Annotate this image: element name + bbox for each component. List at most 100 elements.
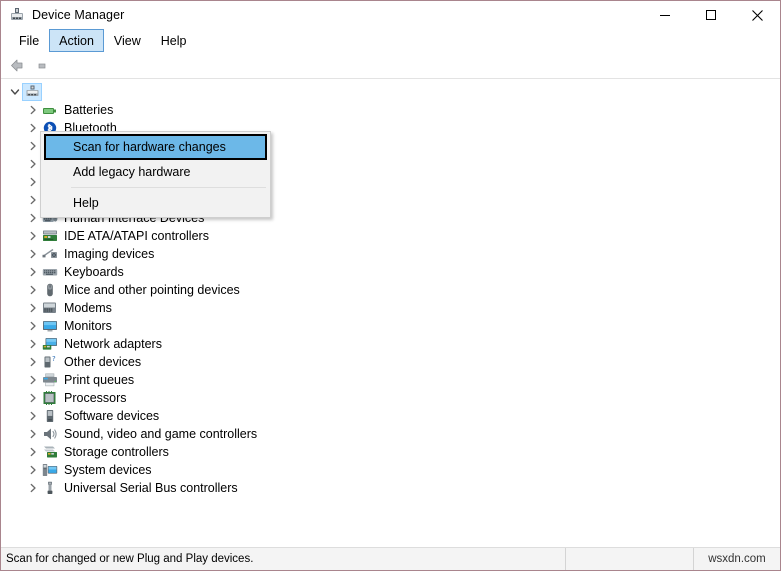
tree-item-batteries[interactable]: Batteries	[1, 101, 780, 119]
tree-item-label: Software devices	[64, 409, 160, 423]
chevron-right-icon[interactable]	[25, 480, 41, 496]
computer-root-icon	[22, 83, 42, 101]
speaker-icon	[41, 426, 59, 442]
chevron-right-icon[interactable]	[25, 336, 41, 352]
tree-item-other-devices[interactable]: ? Other devices	[1, 353, 780, 371]
forward-button[interactable]	[30, 54, 54, 76]
maximize-button[interactable]	[688, 1, 734, 29]
chevron-right-icon[interactable]	[25, 282, 41, 298]
tree-item-storage-controllers[interactable]: Storage controllers	[1, 443, 780, 461]
chevron-right-icon[interactable]	[25, 408, 41, 424]
chevron-right-icon[interactable]	[25, 444, 41, 460]
chevron-right-icon[interactable]	[25, 174, 41, 190]
tree-item-label: Processors	[64, 391, 127, 405]
chevron-right-icon[interactable]	[25, 390, 41, 406]
maximize-icon	[706, 10, 716, 20]
back-button[interactable]	[6, 54, 30, 76]
chevron-right-icon[interactable]	[25, 192, 41, 208]
tree-item-label: Network adapters	[64, 337, 162, 351]
tree-item-keyboards[interactable]: Keyboards	[1, 263, 780, 281]
tree-item-label: Other devices	[64, 355, 142, 369]
chevron-right-icon[interactable]	[25, 120, 41, 136]
mouse-icon	[41, 282, 59, 298]
network-adapter-icon	[41, 336, 59, 352]
system-device-icon	[41, 462, 59, 478]
tree-item-monitors[interactable]: Monitors	[1, 317, 780, 335]
tree-item-system-devices[interactable]: System devices	[1, 461, 780, 479]
menu-separator	[71, 187, 266, 188]
menu-file-label: File	[19, 33, 40, 48]
usb-icon	[41, 480, 59, 496]
chevron-right-icon[interactable]	[25, 210, 41, 226]
status-middle-cell	[566, 548, 694, 570]
menu-item-label: Scan for hardware changes	[73, 140, 226, 154]
close-icon	[751, 9, 763, 21]
tree-item-imaging-devices[interactable]: Imaging devices	[1, 245, 780, 263]
tree-item-label: Monitors	[64, 319, 112, 333]
action-dropdown-menu[interactable]: Scan for hardware changes Add legacy har…	[40, 131, 271, 218]
chevron-right-icon[interactable]	[25, 300, 41, 316]
chevron-right-icon[interactable]	[25, 138, 41, 154]
forward-arrow-icon	[38, 63, 45, 68]
monitor-icon	[41, 318, 59, 334]
tree-item-label: Batteries	[64, 103, 114, 117]
chevron-right-icon[interactable]	[25, 102, 41, 118]
window-title: Device Manager	[32, 8, 125, 22]
tree-item-software-devices[interactable]: Software devices	[1, 407, 780, 425]
processor-icon	[41, 390, 59, 406]
minimize-icon	[660, 15, 670, 16]
watermark-label: wsxdn.com	[708, 553, 766, 565]
svg-text:?: ?	[52, 355, 56, 363]
keyboard-icon	[41, 264, 59, 280]
tree-item-sound-video-game-controllers[interactable]: Sound, video and game controllers	[1, 425, 780, 443]
menu-bar: File Action View Help	[1, 29, 780, 52]
toolbar	[1, 52, 780, 79]
menu-view[interactable]: View	[104, 29, 151, 52]
modem-icon	[41, 300, 59, 316]
tree-item-label: Sound, video and game controllers	[64, 427, 258, 441]
battery-icon	[41, 102, 59, 118]
menu-file[interactable]: File	[9, 29, 49, 52]
menu-item-add-legacy-hardware[interactable]: Add legacy hardware	[43, 160, 268, 184]
tree-item-modems[interactable]: Modems	[1, 299, 780, 317]
chevron-right-icon[interactable]	[25, 246, 41, 262]
chevron-right-icon[interactable]	[25, 462, 41, 478]
tree-item-label: Keyboards	[64, 265, 124, 279]
tree-item-network-adapters[interactable]: Network adapters	[1, 335, 780, 353]
software-device-icon	[41, 408, 59, 424]
menu-item-help[interactable]: Help	[43, 191, 268, 215]
menu-item-scan-for-hardware-changes[interactable]: Scan for hardware changes	[44, 134, 267, 160]
menu-item-label: Add legacy hardware	[73, 165, 191, 179]
tree-item-label: Storage controllers	[64, 445, 169, 459]
menu-item-label: Help	[73, 196, 99, 210]
tree-item-universal-serial-bus-controllers[interactable]: Universal Serial Bus controllers	[1, 479, 780, 497]
tree-item-mice-and-other-pointing-devices[interactable]: Mice and other pointing devices	[1, 281, 780, 299]
tree-item-ide-ata-atapi-controllers[interactable]: IDE ATA/ATAPI controllers	[1, 227, 780, 245]
tree-item-print-queues[interactable]: Print queues	[1, 371, 780, 389]
back-arrow-icon	[10, 59, 22, 71]
tree-item-label: Modems	[64, 301, 112, 315]
tree-item-label: System devices	[64, 463, 152, 477]
chevron-right-icon[interactable]	[25, 264, 41, 280]
minimize-button[interactable]	[642, 1, 688, 29]
tree-item-label: Mice and other pointing devices	[64, 283, 240, 297]
ide-controller-icon	[41, 228, 59, 244]
window-controls	[642, 1, 780, 29]
tree-root-node[interactable]	[1, 83, 780, 101]
chevron-right-icon[interactable]	[25, 228, 41, 244]
chevron-right-icon[interactable]	[25, 318, 41, 334]
chevron-right-icon[interactable]	[25, 426, 41, 442]
chevron-right-icon[interactable]	[25, 354, 41, 370]
chevron-down-icon[interactable]	[7, 84, 23, 100]
title-bar: Device Manager	[1, 1, 780, 29]
chevron-right-icon[interactable]	[25, 156, 41, 172]
tree-item-label: Print queues	[64, 373, 135, 387]
chevron-right-icon[interactable]	[25, 372, 41, 388]
tree-item-processors[interactable]: Processors	[1, 389, 780, 407]
menu-action[interactable]: Action	[49, 29, 104, 52]
menu-help[interactable]: Help	[151, 29, 197, 52]
status-bar: Scan for changed or new Plug and Play de…	[1, 547, 780, 570]
content-area: Batteries Bluetooth Human Interface Devi…	[1, 79, 780, 547]
close-button[interactable]	[734, 1, 780, 29]
other-device-icon: ?	[41, 354, 59, 370]
